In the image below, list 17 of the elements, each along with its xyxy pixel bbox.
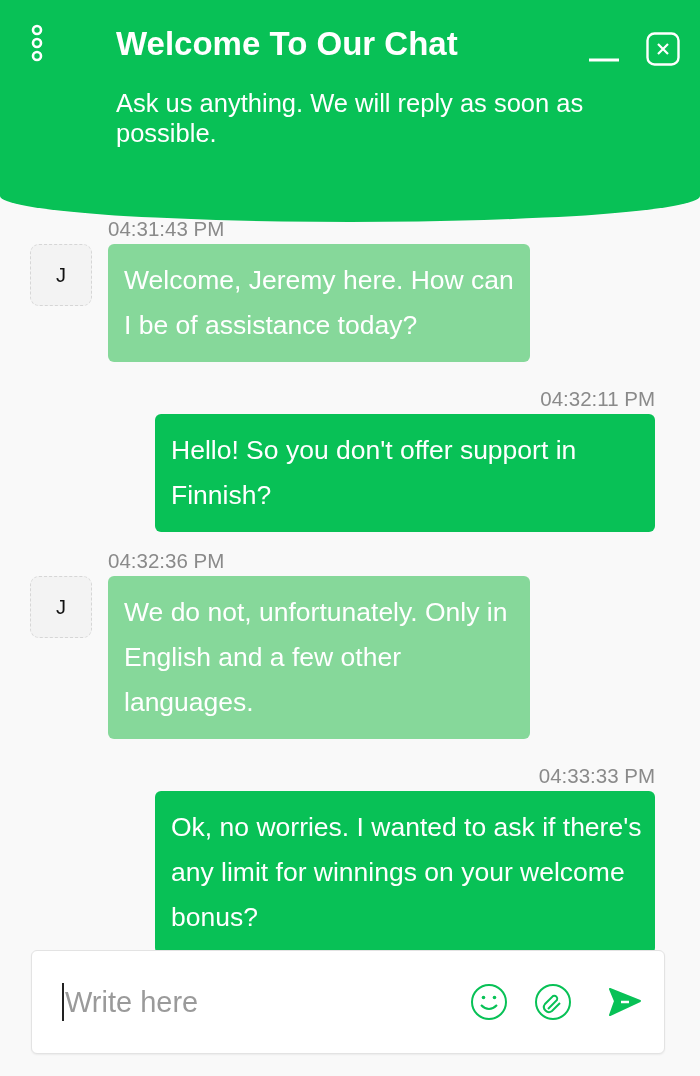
- agent-message: Welcome, Jeremy here. How can I be of assistance today?: [108, 244, 530, 362]
- chat-subtitle: Ask us anything. We will reply as soon as possible.: [116, 88, 585, 148]
- message-time: 04:33:33 PM: [538, 765, 655, 787]
- agent-avatar: J: [30, 576, 92, 638]
- emoji-icon[interactable]: [470, 983, 508, 1021]
- message-input[interactable]: Write here: [62, 983, 444, 1021]
- close-icon[interactable]: [646, 32, 680, 66]
- agent-message: We do not, unfortunately. Only in English and a few other languages.: [108, 576, 530, 739]
- message-time: 04:32:36 PM: [108, 550, 225, 572]
- chat-title: Welcome To Our Chat: [116, 24, 459, 64]
- message-time: 04:31:43 PM: [108, 218, 225, 240]
- agent-avatar: J: [30, 244, 92, 306]
- message-time: 04:32:11 PM: [540, 388, 655, 410]
- user-message: Hello! So you don't offer support in Finnish?: [155, 414, 655, 532]
- attachment-icon[interactable]: [534, 983, 572, 1021]
- send-icon[interactable]: [608, 987, 642, 1017]
- message-composer[interactable]: Write here: [31, 950, 665, 1054]
